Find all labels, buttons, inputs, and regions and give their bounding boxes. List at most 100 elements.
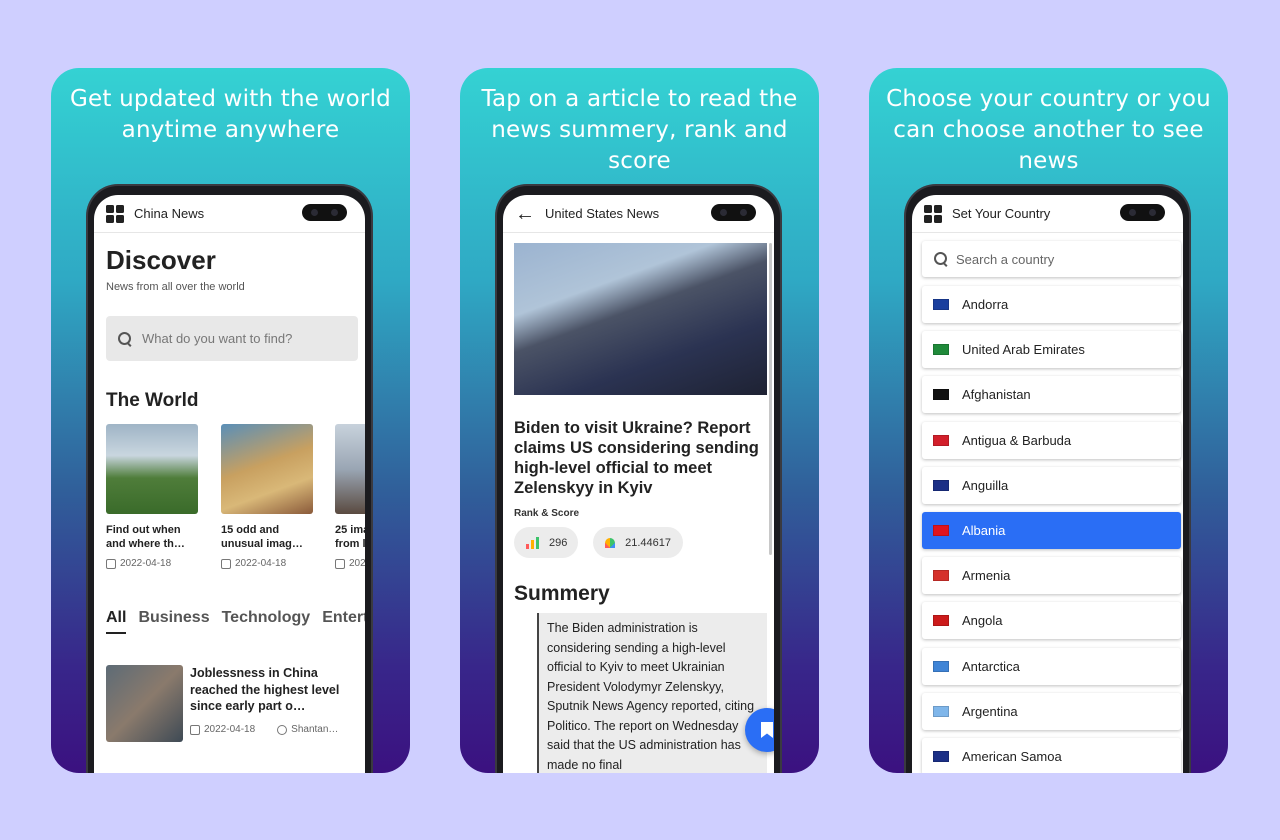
country-name: Albania — [962, 523, 1006, 538]
tile-title: 15 odd and unusual imag… — [221, 524, 303, 550]
flag-icon — [933, 615, 949, 627]
flag-icon — [933, 434, 949, 446]
rank-label: Rank & Score — [514, 508, 580, 519]
country-item[interactable]: Angola — [922, 602, 1181, 640]
app-bar-title: China News — [134, 206, 205, 221]
section-title: The World — [106, 390, 199, 411]
promo-headline: Tap on a article to read the news summer… — [481, 86, 798, 174]
page-subtitle: News from all over the world — [106, 281, 245, 293]
news-tile[interactable]: 15 odd and unusual imag… 2022-04-18 — [221, 424, 313, 569]
search-icon — [118, 331, 132, 346]
tile-image — [335, 424, 365, 514]
article-date: 2022-04-18 — [204, 724, 256, 735]
app-bar-title: Set Your Country — [952, 206, 1051, 221]
tab-business[interactable]: Business — [138, 609, 209, 634]
scrollbar[interactable] — [769, 243, 772, 555]
camera-cutout — [1120, 204, 1165, 221]
promo-headline: Choose your country or you can choose an… — [886, 86, 1211, 174]
search-placeholder: What do you want to find? — [142, 331, 293, 346]
article-thumbnail — [106, 665, 183, 742]
flag-icon — [933, 344, 949, 356]
bookmark-icon — [761, 722, 773, 738]
rank-value: 296 — [549, 536, 568, 549]
country-item[interactable]: Antarctica — [922, 647, 1181, 685]
country-item[interactable]: Anguilla — [922, 466, 1181, 504]
tile-date: 202… — [335, 558, 365, 569]
promo-card-1: Get updated with the world anytime anywh… — [51, 68, 410, 773]
tab-technology[interactable]: Technology — [222, 609, 311, 634]
menu-grid-icon[interactable] — [106, 204, 124, 223]
search-input[interactable]: What do you want to find? — [106, 316, 358, 361]
country-item[interactable]: Afghanistan — [922, 376, 1181, 414]
bar-chart-icon — [526, 536, 539, 549]
article-meta: 2022-04-18 Shantan… — [190, 724, 338, 735]
news-tile[interactable]: 25 imafrom l 202… — [335, 424, 365, 569]
tile-date: 2022-04-18 — [106, 558, 198, 569]
menu-grid-icon[interactable] — [924, 204, 942, 223]
promo-card-3: Choose your country or you can choose an… — [869, 68, 1228, 773]
phone-frame: ← United States News Biden to visit Ukra… — [497, 186, 780, 773]
country-item[interactable]: American Samoa — [922, 738, 1181, 773]
flag-icon — [933, 479, 949, 491]
flag-icon — [933, 705, 949, 717]
country-name: Afghanistan — [962, 387, 1031, 403]
summary-text: The Biden administration is considering … — [537, 613, 767, 773]
country-item[interactable]: United Arab Emirates — [922, 331, 1181, 369]
phone-screen: ← United States News Biden to visit Ukra… — [503, 195, 774, 773]
tile-title: 25 imafrom l — [335, 524, 365, 550]
country-name: United Arab Emirates — [962, 342, 1085, 358]
flag-icon — [933, 751, 949, 762]
rank-chip: 296 — [514, 527, 578, 558]
app-bar-title: United States News — [545, 206, 660, 221]
phone-screen: Set Your Country Search a country Andorr… — [912, 195, 1183, 773]
country-name: Andorra — [962, 297, 1009, 312]
article-headline: Biden to visit Ukraine? Report claims US… — [514, 419, 759, 497]
country-name: Antigua & Barbuda — [962, 432, 1072, 448]
search-placeholder: Search a country — [956, 251, 1055, 267]
phone-frame: Set Your Country Search a country Andorr… — [906, 186, 1189, 773]
phone-frame: China News Discover News from all over t… — [88, 186, 371, 773]
tile-image — [106, 424, 198, 514]
country-name: Anguilla — [962, 477, 1009, 493]
article-title: Joblessness in China reached the highest… — [190, 666, 340, 713]
country-item[interactable]: Antigua & Barbuda — [922, 421, 1181, 459]
news-tile[interactable]: Find out when and where th… 2022-04-18 — [106, 424, 198, 569]
calendar-icon — [106, 558, 116, 569]
summary-title: Summery — [514, 582, 610, 605]
country-name: Argentina — [962, 703, 1018, 719]
promo-headline: Get updated with the world anytime anywh… — [70, 86, 391, 143]
article-source: Shantan… — [291, 724, 339, 735]
calendar-icon — [335, 558, 345, 569]
country-name: Antarctica — [962, 658, 1020, 674]
page-title: Discover — [106, 245, 216, 275]
country-item[interactable]: Armenia — [922, 557, 1181, 595]
back-arrow-icon[interactable]: ← — [515, 204, 535, 224]
category-tabs: All Business Technology Entert — [106, 609, 365, 634]
country-name: American Samoa — [962, 749, 1062, 764]
tile-title: Find out when and where th… — [106, 524, 185, 550]
calendar-icon — [190, 724, 200, 735]
country-name: Armenia — [962, 568, 1011, 584]
tab-entertainment[interactable]: Entert — [322, 609, 365, 634]
article-photo — [514, 243, 767, 395]
camera-cutout — [302, 204, 347, 221]
score-icon — [605, 537, 616, 548]
country-item[interactable]: Andorra — [922, 286, 1181, 323]
country-item[interactable]: Argentina — [922, 692, 1181, 730]
camera-cutout — [711, 204, 756, 221]
calendar-icon — [221, 558, 231, 569]
search-icon — [934, 252, 948, 266]
tab-all[interactable]: All — [106, 609, 127, 634]
flag-icon — [933, 525, 949, 536]
score-chip: 21.44617 — [593, 527, 683, 558]
tile-date: 2022-04-18 — [221, 558, 313, 569]
flag-icon — [933, 389, 949, 401]
globe-icon — [277, 724, 288, 735]
flag-icon — [933, 299, 949, 310]
flag-icon — [933, 660, 949, 672]
tile-image — [221, 424, 313, 514]
flag-icon — [933, 570, 949, 582]
country-item[interactable]: Albania — [922, 512, 1181, 549]
score-value: 21.44617 — [625, 536, 671, 549]
country-search-input[interactable]: Search a country — [922, 241, 1181, 277]
